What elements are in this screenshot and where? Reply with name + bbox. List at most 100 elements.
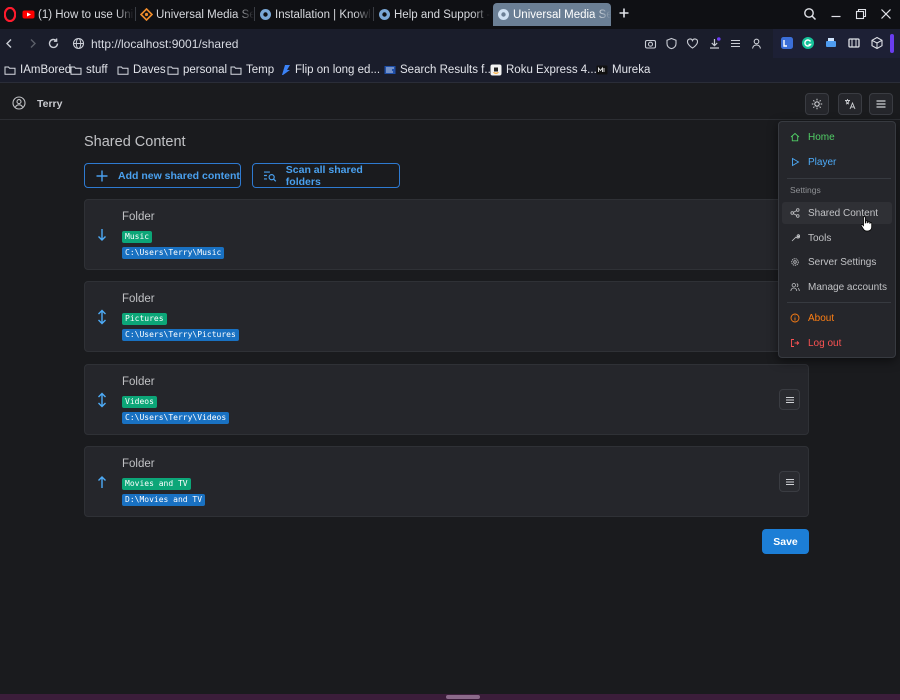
menu-item-label: Log out: [808, 337, 842, 349]
menu-item-home[interactable]: Home: [782, 126, 892, 148]
folder-icon: [4, 66, 16, 75]
browser-tab-1[interactable]: (1) How to use Unive: [18, 3, 134, 26]
bookmark-roku[interactable]: Roku Express 4...: [490, 64, 597, 76]
close-window-icon[interactable]: [879, 7, 893, 21]
move-down-arrow-icon[interactable]: [96, 227, 108, 243]
scrollbar-thumb[interactable]: [446, 695, 480, 699]
opera-logo-icon[interactable]: [4, 7, 16, 22]
bookmark-daves[interactable]: Daves: [117, 64, 166, 76]
download-icon[interactable]: [708, 37, 721, 50]
folder-type-label: Folder: [122, 293, 155, 305]
camera-icon[interactable]: [644, 37, 657, 50]
menu-item-shared-content[interactable]: Shared Content: [782, 202, 892, 224]
shield-icon[interactable]: [665, 37, 678, 50]
grammarly-icon[interactable]: [801, 36, 815, 50]
folder-menu-button[interactable]: [779, 389, 800, 410]
menu-section-label: Settings: [790, 185, 821, 195]
folder-name-badge: Movies and TV: [122, 478, 191, 490]
heart-icon[interactable]: [686, 37, 699, 50]
bookmark-mureka[interactable]: Mureka: [596, 64, 650, 76]
forward-arrow-icon[interactable]: [26, 37, 39, 50]
bookmark-personal[interactable]: personal: [167, 64, 227, 76]
menu-divider: [787, 302, 891, 303]
plus-icon: [96, 170, 108, 181]
bookmark-label: stuff: [86, 64, 108, 76]
bookmark-temp[interactable]: Temp: [230, 64, 274, 76]
add-shared-content-button[interactable]: Add new shared content: [84, 163, 241, 188]
reload-icon[interactable]: [47, 37, 60, 50]
ums-icon: [140, 8, 153, 21]
move-up-down-arrow-icon[interactable]: [96, 392, 108, 408]
scan-shared-folders-button[interactable]: Scan all shared folders: [252, 163, 400, 188]
restore-icon[interactable]: [854, 7, 868, 21]
extensions-cube-icon[interactable]: [870, 36, 884, 50]
browser-tab-3[interactable]: Installation | Knowled: [255, 3, 372, 26]
menu-item-about[interactable]: About: [782, 307, 892, 329]
extension-film-icon[interactable]: [847, 36, 861, 50]
menu-item-label: Server Settings: [808, 256, 877, 268]
menu-item-player[interactable]: Player: [782, 151, 892, 173]
user-avatar-icon: [12, 96, 26, 110]
folder-type-label: Folder: [122, 376, 155, 388]
minimize-icon[interactable]: [829, 7, 843, 21]
bookmark-flip[interactable]: Flip on long ed...: [279, 64, 380, 76]
folder-name-badge: Videos: [122, 396, 157, 408]
move-up-arrow-icon[interactable]: [96, 474, 108, 490]
extension-printer-icon[interactable]: [824, 36, 838, 50]
extension-blue-icon[interactable]: [780, 36, 794, 50]
amazon-icon: [490, 64, 502, 76]
bottom-scrollbar[interactable]: [0, 694, 900, 700]
sun-icon: [811, 98, 823, 110]
bookmark-iambored[interactable]: IAmBored: [4, 64, 71, 76]
browser-tab-active[interactable]: Universal Media Serv: [493, 3, 611, 26]
hamburger-icon: [785, 396, 794, 403]
theme-toggle-button[interactable]: [805, 93, 829, 115]
extensions-area: [773, 29, 900, 58]
menu-item-server-settings[interactable]: Server Settings: [782, 251, 892, 273]
bookmark-stuff[interactable]: stuff: [70, 64, 108, 76]
easy-setup-icon[interactable]: [729, 37, 742, 50]
sidebar-accent: [890, 34, 894, 53]
tab-label: Universal Media Serv: [156, 8, 254, 21]
tab-search-icon[interactable]: [803, 7, 817, 21]
browser-tab-2[interactable]: Universal Media Serv: [136, 3, 254, 26]
move-up-down-arrow-icon[interactable]: [96, 309, 108, 325]
folder-path-badge: C:\Users\Terry\Videos: [122, 412, 230, 424]
menu-item-logout[interactable]: Log out: [782, 332, 892, 354]
tab-label: Installation | Knowled: [275, 8, 372, 21]
back-arrow-icon[interactable]: [3, 37, 16, 50]
menu-item-label: Home: [808, 131, 835, 143]
tools-icon: [791, 234, 800, 242]
save-button[interactable]: Save: [762, 529, 809, 554]
folder-icon: [70, 66, 82, 75]
account-icon[interactable]: [750, 37, 763, 50]
menu-item-manage-accounts[interactable]: Manage accounts: [782, 276, 892, 298]
browser-tab-4[interactable]: Help and Support - F: [374, 3, 490, 26]
bookmark-label: Search Results f...: [400, 64, 494, 76]
scan-shared-folders-label: Scan all shared folders: [285, 163, 363, 188]
folder-menu-button[interactable]: [779, 471, 800, 492]
add-shared-content-label: Add new shared content: [118, 169, 240, 182]
shared-folder-card: Folder Pictures C:\Users\Terry\Pictures: [84, 281, 809, 352]
menu-item-tools[interactable]: Tools: [782, 227, 892, 249]
main-menu-button[interactable]: [869, 93, 893, 115]
gear-icon: [260, 9, 271, 20]
shared-folder-card: Folder Music C:\Users\Terry\Music: [84, 199, 809, 270]
bookmark-label: Flip on long ed...: [295, 64, 381, 76]
folder-path-badge: C:\Users\Terry\Pictures: [122, 329, 239, 341]
menu-item-label: Player: [808, 156, 837, 168]
url-field[interactable]: http://localhost:9001/shared: [91, 37, 238, 51]
folder-path-badge: D:\Movies and TV: [122, 494, 206, 506]
menu-item-label: Manage accounts: [808, 281, 887, 293]
new-tab-plus-icon[interactable]: [618, 7, 630, 19]
gear-icon: [379, 9, 390, 20]
language-button[interactable]: [838, 93, 862, 115]
hamburger-icon: [876, 100, 886, 108]
bookmark-label: Temp: [246, 64, 275, 76]
bookmark-search-results[interactable]: Search Results f...: [384, 64, 494, 76]
info-icon: [790, 313, 800, 323]
bookmark-label: IAmBored: [20, 64, 72, 76]
address-bar: http://localhost:9001/shared: [0, 29, 900, 58]
folder-name-badge: Pictures: [122, 313, 167, 325]
menu-divider: [787, 178, 891, 179]
